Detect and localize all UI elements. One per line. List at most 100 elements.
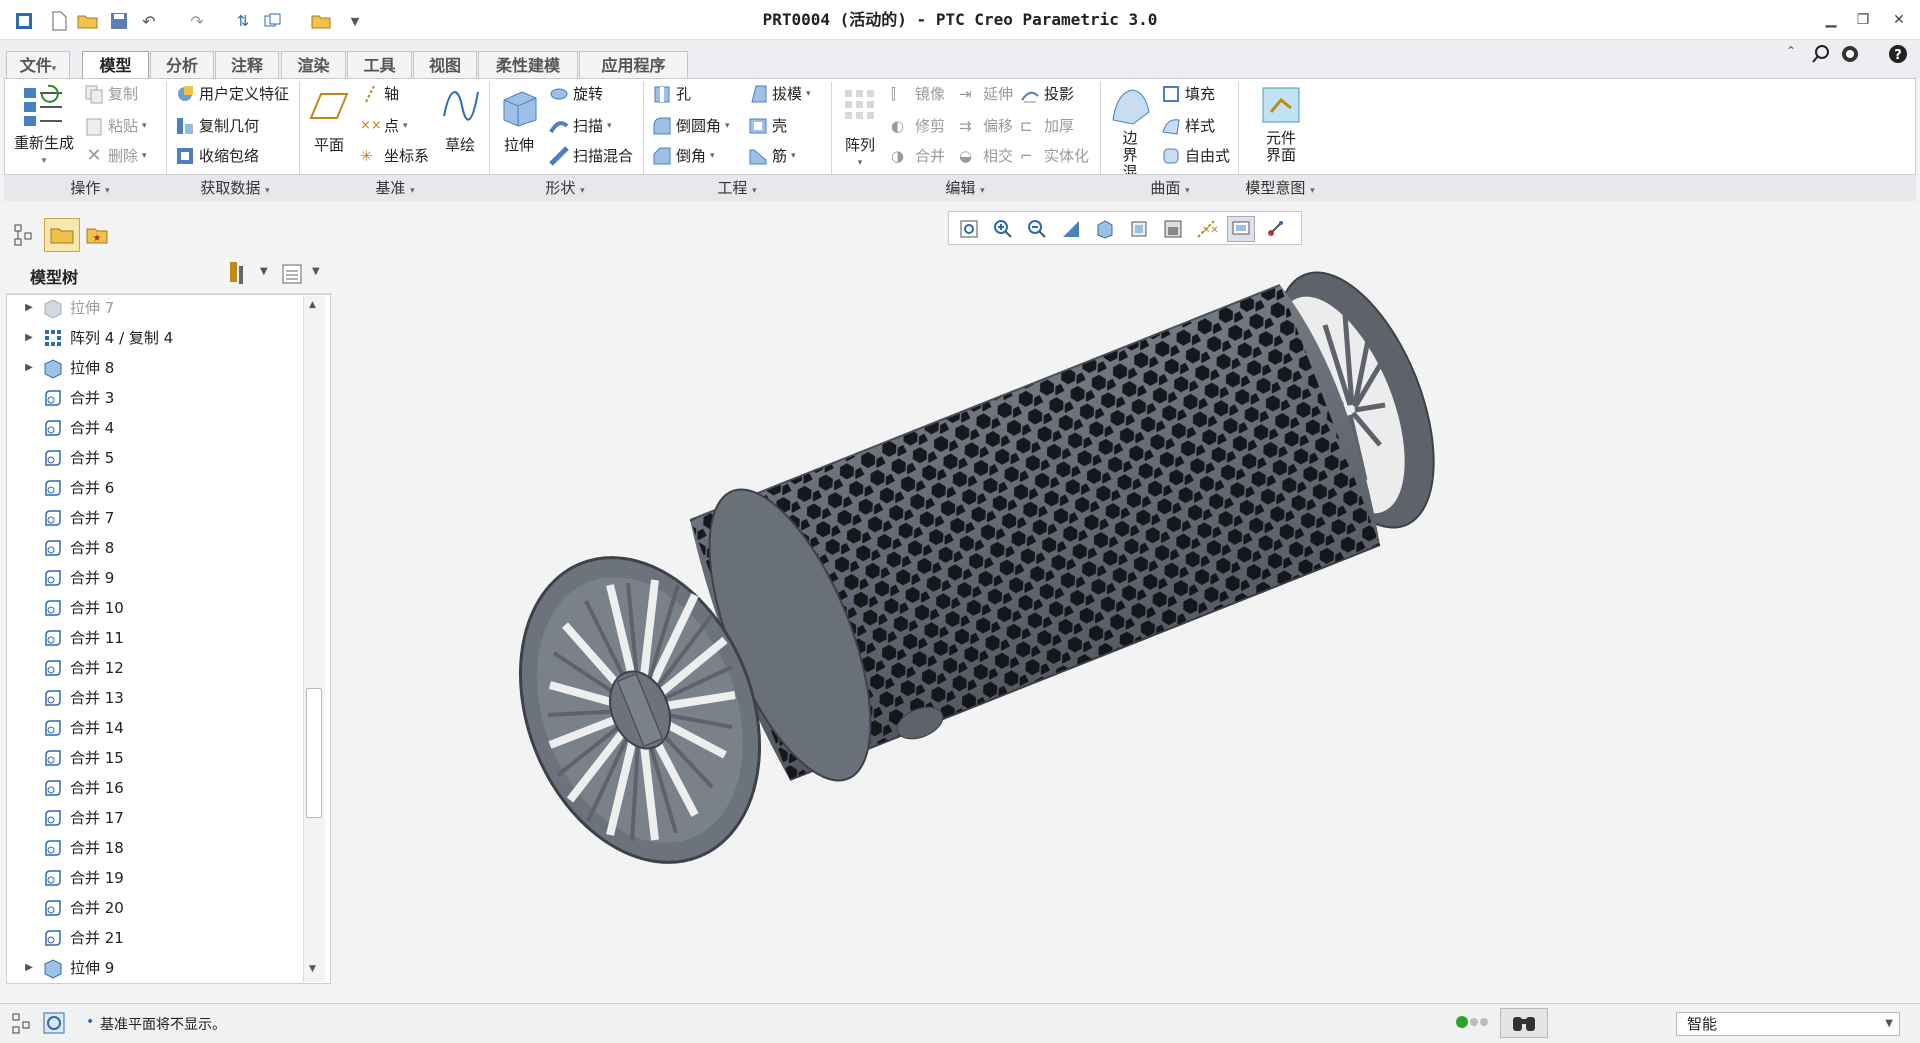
help-icon[interactable]: ? xyxy=(1888,44,1908,68)
favorites-tab-icon[interactable]: ★ xyxy=(84,222,110,252)
tab-annotate[interactable]: 注释 xyxy=(215,51,279,78)
model-tree-item[interactable]: 合并 5 xyxy=(22,443,114,473)
display-style-icon[interactable] xyxy=(1091,216,1119,242)
csys-button[interactable]: ✳ 坐标系 xyxy=(360,142,429,170)
draft-button[interactable]: 拔模 ▾ xyxy=(748,80,811,108)
component-interface-button[interactable]: 元件界面 xyxy=(1254,86,1308,164)
zoom-out-icon[interactable] xyxy=(1023,216,1051,242)
plane-button[interactable]: 平面 xyxy=(308,86,350,154)
tab-view[interactable]: 视图 xyxy=(413,51,477,78)
expand-arrow-icon[interactable]: ▶ xyxy=(22,953,36,983)
tab-analysis[interactable]: 分析 xyxy=(150,51,214,78)
freestyle-button[interactable]: 自由式 xyxy=(1161,142,1230,170)
solidify-button[interactable]: ⌐ 实体化 xyxy=(1020,142,1089,170)
offset-button[interactable]: ⇉ 偏移 xyxy=(959,112,1013,140)
saved-orientations-icon[interactable] xyxy=(1125,216,1153,242)
thicken-button[interactable]: ⊏ 加厚 xyxy=(1020,112,1074,140)
point-button[interactable]: ×× 点 ▾ xyxy=(360,112,408,140)
udf-button[interactable]: 用户定义特征 xyxy=(175,80,289,108)
folder-browser-tab-icon[interactable] xyxy=(44,218,80,252)
hole-button[interactable]: 孔 xyxy=(652,80,691,108)
rib-button[interactable]: 筋 ▾ xyxy=(748,142,796,170)
show-browser-icon[interactable] xyxy=(42,1011,66,1039)
chamfer-button[interactable]: 倒角 ▾ xyxy=(652,142,715,170)
minimize-button[interactable]: ▁ xyxy=(1818,8,1844,32)
mirror-button[interactable]: ⫿ 镜像 xyxy=(891,80,945,108)
swept-blend-button[interactable]: 扫描混合 xyxy=(549,142,633,170)
shrinkwrap-button[interactable]: 收缩包络 xyxy=(175,142,259,170)
view-manager-icon[interactable] xyxy=(1159,216,1187,242)
revolve-button[interactable]: 旋转 xyxy=(549,80,603,108)
model-tree-item[interactable]: 合并 11 xyxy=(22,623,124,653)
annotation-display-icon[interactable] xyxy=(1227,216,1255,242)
model-tree-scrollbar[interactable]: ▲ ▼ xyxy=(303,296,325,982)
close-button[interactable]: ✕ xyxy=(1886,8,1912,32)
tab-file[interactable]: 文件▾ xyxy=(6,51,70,78)
model-tree-item[interactable]: ▶ 阵列 4 / 复制 4 xyxy=(22,323,173,353)
refit-icon[interactable] xyxy=(955,216,983,242)
search-icon[interactable] xyxy=(1811,44,1831,68)
model-tree-item[interactable]: 合并 21 xyxy=(22,923,124,953)
intersect-button[interactable]: ◒ 相交 xyxy=(959,142,1013,170)
model-tree-item[interactable]: 合并 10 xyxy=(22,593,124,623)
restore-button[interactable]: ❐ xyxy=(1850,8,1876,32)
delete-button[interactable]: ✕ 删除 ▾ xyxy=(84,142,146,170)
model-tree-item[interactable]: 合并 12 xyxy=(22,653,124,683)
find-icon[interactable] xyxy=(1500,1008,1548,1038)
model-tree-item[interactable]: 合并 8 xyxy=(22,533,114,563)
scrollbar-thumb[interactable] xyxy=(306,688,322,818)
trim-button[interactable]: ◐ 修剪 xyxy=(891,112,945,140)
regen-status-indicator[interactable] xyxy=(1456,1016,1488,1028)
extrude-button[interactable]: 拉伸 xyxy=(497,86,541,154)
extend-button[interactable]: ⇥ 延伸 xyxy=(959,80,1013,108)
model-tree-item[interactable]: 合并 14 xyxy=(22,713,124,743)
graphics-window[interactable] xyxy=(340,255,1920,1000)
tree-show-dropdown[interactable]: ▼ xyxy=(312,266,320,277)
group-operations[interactable]: 操作 ▾ xyxy=(50,178,130,198)
model-tree-item[interactable]: 合并 3 xyxy=(22,383,114,413)
model-tree-item[interactable]: ▶ 拉伸 7 xyxy=(22,293,114,323)
group-datum[interactable]: 基准 ▾ xyxy=(355,178,435,198)
sweep-button[interactable]: 扫描 ▾ xyxy=(549,112,612,140)
project-button[interactable]: 投影 xyxy=(1020,80,1074,108)
model-tree-item[interactable]: 合并 15 xyxy=(22,743,124,773)
model-tree-item[interactable]: ▶ 拉伸 8 xyxy=(22,353,114,383)
model-tree-item[interactable]: 合并 13 xyxy=(22,683,124,713)
expand-arrow-icon[interactable]: ▶ xyxy=(22,353,36,383)
selection-filter-dropdown[interactable]: 智能 ▼ xyxy=(1676,1012,1900,1036)
paste-button[interactable]: 粘贴 ▾ xyxy=(84,112,147,140)
model-tree-item[interactable]: 合并 4 xyxy=(22,413,114,443)
fill-button[interactable]: 填充 xyxy=(1161,80,1215,108)
show-navigator-icon[interactable] xyxy=(10,1011,34,1039)
shell-button[interactable]: 壳 xyxy=(748,112,787,140)
tab-render[interactable]: 渲染 xyxy=(281,51,346,78)
community-icon[interactable] xyxy=(1840,44,1862,68)
model-tree-item[interactable]: 合并 9 xyxy=(22,563,114,593)
tree-settings-icon[interactable] xyxy=(226,260,250,292)
datum-display-filters-icon[interactable]: ✕✕ xyxy=(1193,216,1221,242)
spin-center-icon[interactable] xyxy=(1261,216,1289,242)
copy-button[interactable]: 复制 xyxy=(84,80,138,108)
group-engineering[interactable]: 工程 ▾ xyxy=(697,178,777,198)
expand-arrow-icon[interactable]: ▶ xyxy=(22,323,36,353)
group-editing[interactable]: 编辑 ▾ xyxy=(925,178,1005,198)
model-tree-item[interactable]: 合并 20 xyxy=(22,893,124,923)
model-tree-item[interactable]: 合并 17 xyxy=(22,803,124,833)
tab-applications[interactable]: 应用程序 xyxy=(579,51,688,78)
tree-settings-dropdown[interactable]: ▼ xyxy=(260,266,268,277)
model-tree-tab-icon[interactable] xyxy=(12,222,38,252)
model-render[interactable] xyxy=(340,255,1920,1000)
model-tree-item[interactable]: 合并 16 xyxy=(22,773,124,803)
zoom-in-icon[interactable] xyxy=(989,216,1017,242)
tree-show-icon[interactable] xyxy=(280,262,304,290)
sketch-button[interactable]: 草绘 xyxy=(440,86,480,154)
copy-geometry-button[interactable]: 复制几何 xyxy=(175,112,259,140)
tab-flexible-modeling[interactable]: 柔性建模 xyxy=(478,51,578,78)
model-tree-item[interactable]: 合并 18 xyxy=(22,833,124,863)
style-button[interactable]: 样式 xyxy=(1161,112,1215,140)
model-tree-item[interactable]: 合并 19 xyxy=(22,863,124,893)
model-tree-item[interactable]: ▶ 拉伸 9 xyxy=(22,953,114,983)
group-shapes[interactable]: 形状 ▾ xyxy=(525,178,605,198)
expand-arrow-icon[interactable]: ▶ xyxy=(22,293,36,323)
round-button[interactable]: 倒圆角 ▾ xyxy=(652,112,730,140)
